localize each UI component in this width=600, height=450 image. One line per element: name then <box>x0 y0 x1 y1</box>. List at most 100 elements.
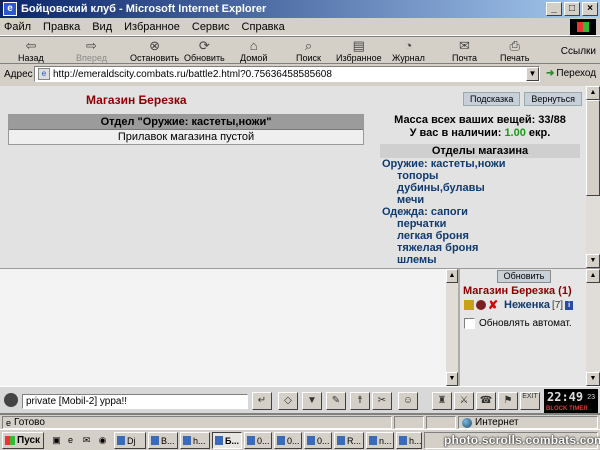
taskbar-item[interactable]: 0... <box>304 432 332 449</box>
go-arrow-icon: ➜ <box>546 68 555 79</box>
exit-button[interactable]: EXIT <box>520 392 540 410</box>
main-scrollbar[interactable]: ▲ ▼ <box>586 86 600 268</box>
ie-page-icon: e <box>3 2 17 16</box>
user-level: [7] <box>551 299 564 311</box>
forward-arrow-icon: ⇨ <box>86 38 97 53</box>
chat-input[interactable]: private [Mobil-2] уррa!! <box>22 394 248 409</box>
links-button[interactable]: Ссылки <box>561 46 596 57</box>
print-button[interactable]: ⎙ Печать <box>500 37 529 65</box>
go-button[interactable]: ➜ Переход <box>546 68 596 79</box>
filter-icon[interactable]: ▼ <box>302 392 322 410</box>
scroll-thumb[interactable] <box>586 100 600 196</box>
home-button[interactable]: ⌂ Домой <box>240 37 267 65</box>
clock-timer: 22:49 23 BLOCK TIMER <box>544 389 598 413</box>
phone-icon[interactable]: ☎ <box>476 392 496 410</box>
status-bar: e Готово Интернет <box>0 414 600 429</box>
media-icon[interactable]: ◉ <box>96 434 109 447</box>
refresh-button[interactable]: ⟳ Обновить <box>184 37 225 65</box>
taskbar-item[interactable]: R... <box>334 432 364 449</box>
address-field[interactable]: e http://emeraldscity.combats.ru/battle2… <box>34 66 540 82</box>
window-title-bar: e Бойцовский клуб - Microsoft Internet E… <box>0 0 600 18</box>
send-icon[interactable]: ↵ <box>252 392 272 410</box>
start-button[interactable]: Пуск <box>2 432 44 449</box>
potion-icon[interactable]: ♜ <box>432 392 452 410</box>
auto-refresh-label: Обновлять автомат. <box>479 318 572 329</box>
department-link[interactable]: Одежда: сапоги <box>382 206 506 218</box>
security-zone: Интернет <box>475 417 519 428</box>
return-button[interactable]: Вернуться <box>524 92 582 106</box>
chat-frame <box>0 269 458 386</box>
auto-refresh-checkbox[interactable] <box>464 318 475 329</box>
security-zone-cell: Интернет <box>458 416 598 429</box>
chat-scrollbar[interactable]: ▲ ▼ <box>446 269 458 386</box>
taskbar-item[interactable]: B... <box>148 432 178 449</box>
back-arrow-icon: ⇦ <box>25 38 37 53</box>
scroll-down-icon[interactable]: ▼ <box>586 372 600 386</box>
globe-icon <box>462 417 472 428</box>
taskbar-item[interactable]: Dj <box>114 432 146 449</box>
menu-favorites[interactable]: Избранное <box>124 21 180 33</box>
address-label: Адрес <box>4 68 33 80</box>
translit-icon[interactable]: ✎ <box>326 392 346 410</box>
clear-icon[interactable]: ◇ <box>278 392 298 410</box>
menu-help[interactable]: Справка <box>242 21 285 33</box>
mail-icon[interactable]: ✉ <box>80 434 93 447</box>
menu-file[interactable]: Файл <box>4 21 31 33</box>
menu-view[interactable]: Вид <box>92 21 112 33</box>
taskbar-item[interactable]: 0... <box>244 432 272 449</box>
home-icon: ⌂ <box>249 38 258 53</box>
users-scrollbar[interactable]: ▲ ▼ <box>586 269 600 386</box>
info-icon[interactable]: i <box>565 300 574 310</box>
minimize-button[interactable]: _ <box>546 2 562 16</box>
run-icon[interactable]: ☨ <box>350 392 370 410</box>
scroll-up-icon[interactable]: ▲ <box>586 269 600 283</box>
ie-icon[interactable]: e <box>64 434 77 447</box>
department-link[interactable]: мечи <box>382 194 506 206</box>
maximize-button[interactable]: □ <box>564 2 580 16</box>
close-button[interactable]: × <box>582 2 598 16</box>
page-title: Магазин Березка <box>86 93 187 107</box>
window-controls: _ □ × <box>546 2 598 16</box>
department-link[interactable]: дубины,булавы <box>382 182 506 194</box>
history-button[interactable]: ◔ Журнал <box>392 37 425 65</box>
chevron-down-icon[interactable]: ▼ <box>526 67 539 81</box>
smiley-icon[interactable]: ☺ <box>398 392 418 410</box>
mail-icon: ✉ <box>459 38 470 53</box>
scroll-down-icon[interactable]: ▼ <box>446 372 458 386</box>
taskbar-item[interactable]: h... <box>396 432 422 449</box>
menu-edit[interactable]: Правка <box>43 21 80 33</box>
forward-button[interactable]: ⇨ Вперед <box>76 37 107 65</box>
favorites-button[interactable]: ▤ Избранное <box>336 37 382 65</box>
address-url[interactable]: http://emeraldscity.combats.ru/battle2.h… <box>53 69 332 80</box>
taskbar-item[interactable]: h... <box>180 432 210 449</box>
department-link[interactable]: шлемы <box>382 254 506 266</box>
users-refresh-button[interactable]: Обновить <box>497 270 551 283</box>
taskbar-item[interactable]: 0... <box>274 432 302 449</box>
department-link[interactable]: перчатки <box>382 218 506 230</box>
scroll-up-icon[interactable]: ▲ <box>446 269 458 283</box>
mail-button[interactable]: ✉ Почта <box>452 37 477 65</box>
fight-icon[interactable]: ⚔ <box>454 392 474 410</box>
windows-logo-icon <box>570 19 596 35</box>
desktop-icon[interactable]: ▣ <box>50 434 63 447</box>
scroll-down-icon[interactable]: ▼ <box>586 254 600 268</box>
department-link[interactable]: легкая броня <box>382 230 506 242</box>
back-button[interactable]: ⇦ Назад <box>18 37 44 65</box>
scroll-up-icon[interactable]: ▲ <box>586 86 600 100</box>
menu-tools[interactable]: Сервис <box>192 21 230 33</box>
stop-button[interactable]: ⊗ Остановить <box>130 37 179 65</box>
user-row: ✘ Неженка [7] i <box>464 299 574 311</box>
taskbar-item-active[interactable]: Б... <box>212 432 242 449</box>
taskbar-item[interactable]: n... <box>366 432 394 449</box>
address-bar: Адрес e http://emeraldscity.combats.ru/b… <box>0 64 600 84</box>
hint-button[interactable]: Подсказка <box>462 92 521 106</box>
department-header: Отдел "Оружие: кастеты,ножи" <box>9 115 363 130</box>
department-link[interactable]: Оружие: кастеты,ножи <box>382 158 506 170</box>
user-nick[interactable]: Неженка <box>504 299 550 311</box>
search-button[interactable]: ⌕ Поиск <box>296 37 321 65</box>
department-link[interactable]: тяжелая броня <box>382 242 506 254</box>
department-link[interactable]: топоры <box>382 170 506 182</box>
tools-icon[interactable]: ✂ <box>372 392 392 410</box>
clock-seconds: 23 <box>587 394 595 401</box>
flag-icon[interactable]: ⚑ <box>498 392 518 410</box>
